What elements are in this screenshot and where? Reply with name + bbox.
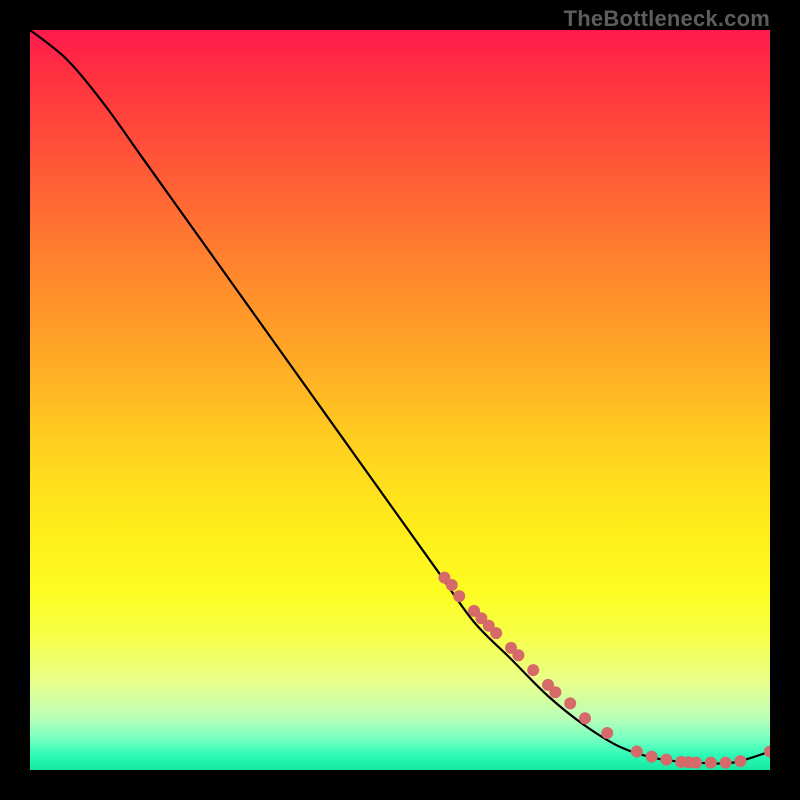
scatter-point — [453, 590, 465, 602]
scatter-point — [660, 754, 672, 766]
scatter-point — [564, 697, 576, 709]
scatter-point — [705, 757, 717, 769]
scatter-point — [490, 627, 502, 639]
watermark-text: TheBottleneck.com — [564, 6, 770, 32]
scatter-point — [549, 686, 561, 698]
scatter-point — [601, 727, 613, 739]
plot-area — [30, 30, 770, 770]
scatter-point — [646, 751, 658, 763]
scatter-point — [579, 712, 591, 724]
curve-line — [30, 30, 770, 764]
scatter-point — [527, 664, 539, 676]
scatter-point — [764, 746, 770, 758]
scatter-point — [720, 757, 732, 769]
scatter-point — [512, 649, 524, 661]
scatter-point — [631, 746, 643, 758]
scatter-point — [690, 757, 702, 769]
chart-frame: TheBottleneck.com — [0, 0, 800, 800]
scatter-point — [446, 579, 458, 591]
chart-overlay — [30, 30, 770, 770]
scatter-point — [734, 755, 746, 767]
